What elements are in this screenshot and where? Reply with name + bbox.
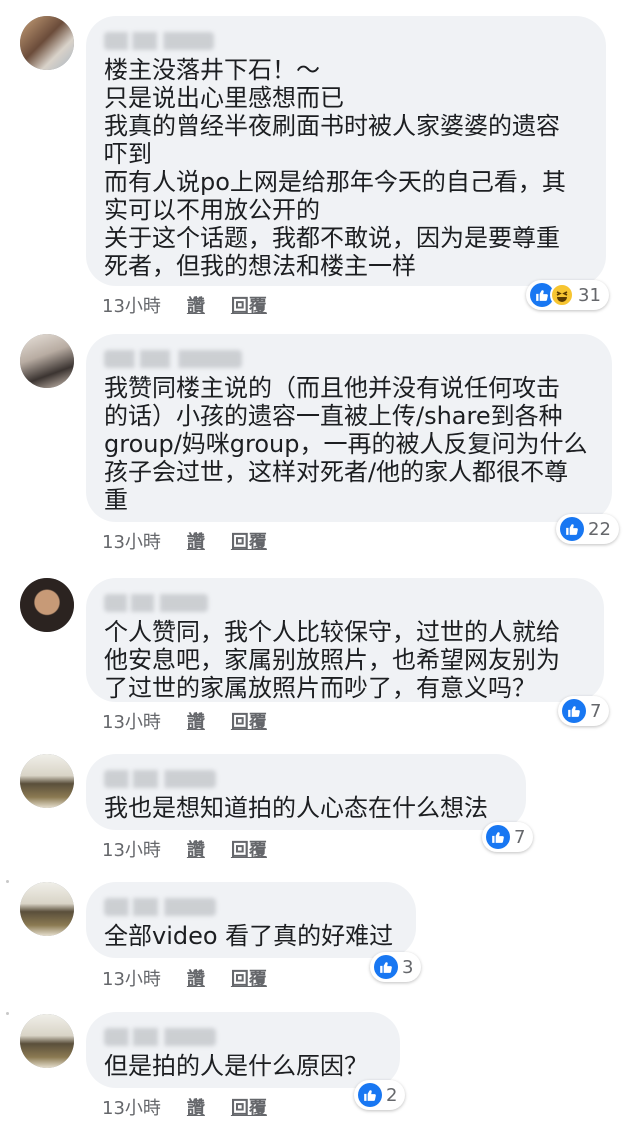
avatar[interactable]	[20, 882, 74, 936]
comment-actions: 13小時 讚 回覆	[102, 836, 267, 862]
like-icon	[560, 517, 584, 541]
reaction-count: 31	[578, 284, 601, 306]
commenter-name-blurred[interactable]	[104, 898, 216, 916]
comment-bubble: 但是拍的人是什么原因？	[86, 1012, 400, 1088]
like-icon	[562, 699, 586, 723]
commenter-name-blurred[interactable]	[104, 32, 214, 50]
reaction-summary[interactable]: 31	[526, 280, 609, 310]
like-icon	[358, 1083, 382, 1107]
comment-actions: 13小時 讚 回覆	[102, 1094, 267, 1120]
reply-link[interactable]: 回覆	[231, 1094, 267, 1120]
comment-actions: 13小時 讚 回覆	[102, 528, 267, 554]
commenter-name-blurred[interactable]	[104, 350, 242, 368]
reaction-count: 7	[590, 700, 602, 722]
like-link[interactable]: 讚	[187, 836, 205, 862]
comment-time: 13小時	[102, 296, 161, 317]
reaction-count: 3	[402, 956, 414, 978]
like-icon	[374, 955, 398, 979]
decorative-dot	[6, 1012, 9, 1015]
comment-text: 个人赞同，我个人比较保守，过世的人就给 他安息吧，家属别放照片，也希望网友别为 …	[104, 618, 560, 702]
commenter-name-blurred[interactable]	[104, 770, 216, 788]
like-link[interactable]: 讚	[187, 965, 205, 991]
comment-time: 13小時	[102, 969, 161, 990]
comment-bubble: 个人赞同，我个人比较保守，过世的人就给 他安息吧，家属别放照片，也希望网友别为 …	[86, 578, 604, 702]
avatar[interactable]	[20, 578, 74, 632]
comment-time: 13小時	[102, 532, 161, 553]
reaction-summary[interactable]: 7	[558, 696, 610, 726]
reply-link[interactable]: 回覆	[231, 292, 267, 318]
avatar[interactable]	[20, 334, 74, 388]
avatar[interactable]	[20, 16, 74, 70]
comment-actions: 13小時 讚 回覆	[102, 292, 267, 318]
decorative-dot	[6, 880, 9, 883]
comment-text: 但是拍的人是什么原因？	[104, 1052, 368, 1080]
like-icon	[486, 825, 510, 849]
reaction-count: 2	[386, 1084, 398, 1106]
comment-text: 全部video 看了真的好难过	[104, 922, 394, 950]
comment-text: 楼主没落井下石！～ 只是说出心里感想而已 我真的曾经半夜刷面书时被人家婆婆的遗容…	[104, 56, 566, 280]
reply-link[interactable]: 回覆	[231, 965, 267, 991]
avatar[interactable]	[20, 754, 74, 808]
reply-link[interactable]: 回覆	[231, 708, 267, 734]
reaction-summary[interactable]: 3	[370, 952, 422, 982]
reaction-summary[interactable]: 7	[482, 822, 534, 852]
comment-text: 我也是想知道拍的人心态在什么想法	[104, 794, 488, 822]
reply-link[interactable]: 回覆	[231, 836, 267, 862]
comment-time: 13小時	[102, 840, 161, 861]
comment-actions: 13小時 讚 回覆	[102, 965, 267, 991]
comment-actions: 13小時 讚 回覆	[102, 708, 267, 734]
comment-bubble: 楼主没落井下石！～ 只是说出心里感想而已 我真的曾经半夜刷面书时被人家婆婆的遗容…	[86, 16, 606, 286]
like-link[interactable]: 讚	[187, 1094, 205, 1120]
reaction-count: 22	[588, 518, 611, 540]
reaction-summary[interactable]: 22	[556, 514, 619, 544]
reaction-summary[interactable]: 2	[354, 1080, 406, 1110]
like-link[interactable]: 讚	[187, 292, 205, 318]
comment-bubble: 我赞同楼主说的（而且他并没有说任何攻击 的话）小孩的遗容一直被上传/share到…	[86, 334, 612, 522]
comment-bubble: 全部video 看了真的好难过	[86, 882, 416, 958]
reply-link[interactable]: 回覆	[231, 528, 267, 554]
comment-bubble: 我也是想知道拍的人心态在什么想法	[86, 754, 526, 830]
commenter-name-blurred[interactable]	[104, 1028, 216, 1046]
comment-time: 13小時	[102, 712, 161, 733]
like-link[interactable]: 讚	[187, 528, 205, 554]
comment-text: 我赞同楼主说的（而且他并没有说任何攻击 的话）小孩的遗容一直被上传/share到…	[104, 374, 588, 514]
reaction-count: 7	[514, 826, 526, 848]
comment-time: 13小時	[102, 1098, 161, 1119]
haha-icon	[550, 283, 574, 307]
commenter-name-blurred[interactable]	[104, 594, 208, 612]
avatar[interactable]	[20, 1014, 74, 1068]
like-link[interactable]: 讚	[187, 708, 205, 734]
